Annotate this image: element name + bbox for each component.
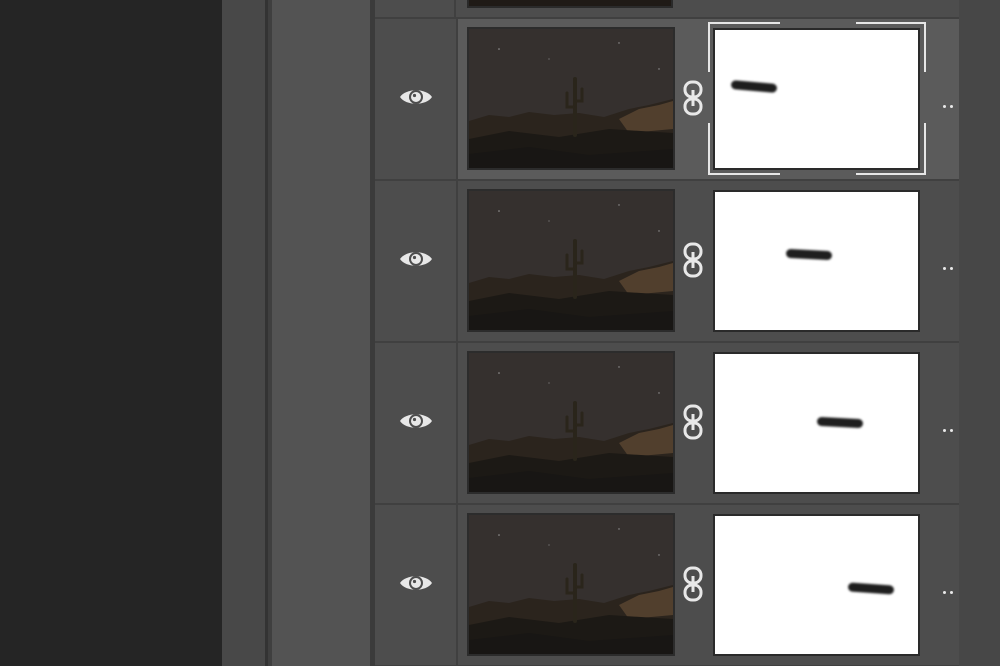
canvas-area [0,0,222,666]
more-dots-icon[interactable] [943,429,957,435]
layer-mask-thumbnail[interactable] [713,514,920,656]
visibility-cell[interactable] [375,181,456,341]
layer-row-3[interactable] [375,343,959,503]
toolbar-strip [222,0,265,666]
chain-link-icon[interactable] [682,404,704,440]
chain-link-icon[interactable] [682,80,704,116]
layer-row-partial[interactable] [375,0,959,17]
mask-selection-bracket [856,123,926,175]
layer-row-1[interactable] [375,19,959,179]
scrollbar-track[interactable] [959,0,1000,666]
saguaro-photo [469,29,673,168]
layer-mask-thumbnail[interactable] [713,352,920,494]
saguaro-photo [469,191,673,330]
layer-thumbnail[interactable] [467,27,675,170]
chain-link-icon[interactable] [682,566,704,602]
more-dots-icon[interactable] [943,591,957,597]
layer-row-2[interactable] [375,181,959,341]
eye-icon[interactable] [399,85,433,109]
mask-brush-stroke [785,248,833,261]
layer-thumbnail[interactable] [467,0,673,8]
saguaro-photo [469,515,673,654]
visibility-cell[interactable] [375,19,456,179]
mask-brush-stroke [847,582,895,595]
layer-thumbnail[interactable] [467,189,675,332]
side-dock [272,0,370,666]
layer-content[interactable] [458,181,959,341]
mask-brush-stroke [816,416,864,429]
mask-selection-bracket [856,22,926,72]
eye-icon[interactable] [399,571,433,595]
eye-icon[interactable] [399,409,433,433]
visibility-cell[interactable] [375,0,456,17]
layer-thumbnail[interactable] [467,351,675,494]
layer-content[interactable] [458,343,959,503]
layer-content[interactable] [458,505,959,665]
layer-content[interactable] [458,19,959,179]
mask-brush-stroke [730,80,778,93]
layer-mask-thumbnail[interactable] [713,190,920,332]
more-dots-icon[interactable] [943,267,957,273]
visibility-cell[interactable] [375,505,456,665]
layer-thumbnail[interactable] [467,513,675,656]
more-dots-icon[interactable] [943,105,957,111]
chain-link-icon[interactable] [682,242,704,278]
layers-panel [375,0,959,666]
mask-selection-bracket [708,22,780,72]
layer-row-4[interactable] [375,505,959,665]
eye-icon[interactable] [399,247,433,271]
saguaro-photo [469,353,673,492]
visibility-cell[interactable] [375,343,456,503]
mask-selection-bracket [708,123,780,175]
